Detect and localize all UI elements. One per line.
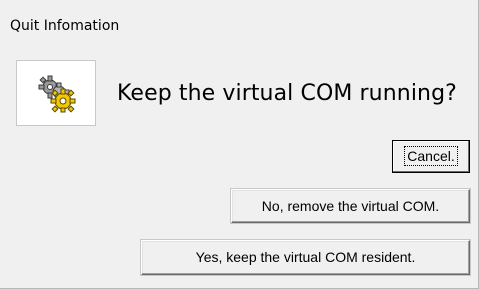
gears-icon: [38, 75, 76, 113]
cancel-button-label: Cancel.: [404, 146, 458, 166]
cancel-button[interactable]: Cancel.: [392, 140, 470, 173]
keep-virtual-com-button[interactable]: Yes, keep the virtual COM resident.: [141, 240, 470, 275]
keep-virtual-com-label: Yes, keep the virtual COM resident.: [195, 249, 416, 265]
question-text: Keep the virtual COM running?: [117, 81, 457, 106]
remove-virtual-com-label: No, remove the virtual COM.: [261, 198, 440, 214]
remove-virtual-com-button[interactable]: No, remove the virtual COM.: [231, 189, 470, 223]
quit-dialog: Quit Infomation Keep the virtual COM run…: [0, 0, 479, 289]
window-title: Quit Infomation: [10, 18, 120, 34]
title-bar[interactable]: Quit Infomation: [0, 0, 478, 44]
gears-icon-box: [16, 60, 96, 126]
